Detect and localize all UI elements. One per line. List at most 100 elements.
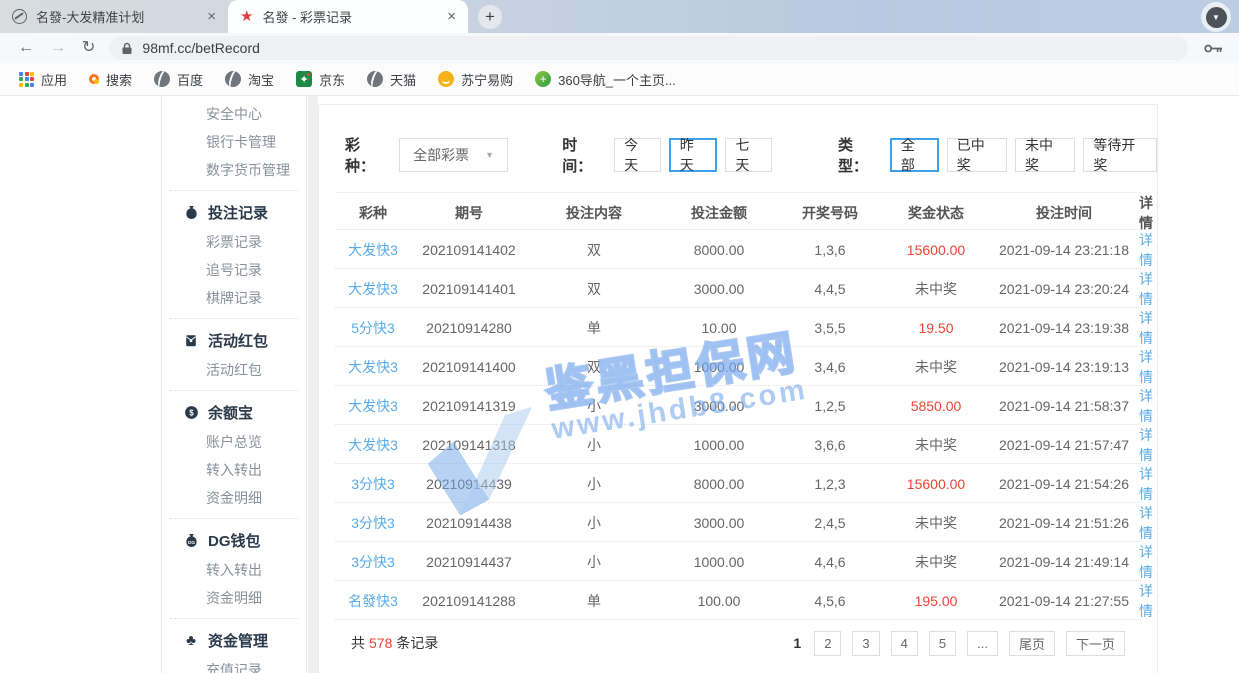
column-header: 投注时间: [989, 203, 1139, 223]
time-filter-label: 时间：: [562, 134, 606, 176]
bookmark-label: 百度: [177, 70, 203, 89]
sidebar-section-资金管理[interactable]: ♣资金管理: [162, 624, 306, 656]
close-icon[interactable]: ×: [445, 9, 458, 24]
draw-numbers-cell: 1,3,6: [777, 242, 883, 258]
detail-link[interactable]: 详情: [1139, 386, 1153, 426]
type-button-已中奖[interactable]: 已中奖: [947, 138, 1007, 172]
lottery-link[interactable]: 3分快3: [335, 474, 411, 494]
lottery-link[interactable]: 大发快3: [335, 279, 411, 299]
sidebar-item-转入转出[interactable]: 转入转出: [162, 456, 306, 484]
bet-amount-cell: 1000.00: [661, 554, 777, 570]
table-row: 大发快3202109141319小3000.001,2,55850.002021…: [335, 386, 1141, 425]
sidebar-item-账户总览[interactable]: 账户总览: [162, 428, 306, 456]
sidebar-item-资金明细[interactable]: 资金明细: [162, 484, 306, 512]
lottery-link[interactable]: 大发快3: [335, 357, 411, 377]
search-ring-icon: [89, 74, 99, 84]
type-button-未中奖[interactable]: 未中奖: [1015, 138, 1075, 172]
bookmark-item[interactable]: 百度: [143, 70, 214, 89]
bet-content-cell: 双: [527, 240, 661, 260]
lottery-link[interactable]: 名發快3: [335, 591, 411, 611]
address-bar[interactable]: 98mf.cc/betRecord: [109, 36, 1188, 60]
content-panel: 彩种： 全部彩票 ▼ 时间： 今天昨天七天 类型： 全部已中奖未中奖等待开奖 彩…: [318, 104, 1158, 673]
detail-link[interactable]: 详情: [1139, 425, 1153, 465]
bet-content-cell: 小: [527, 396, 661, 416]
time-filter-group: 今天昨天七天: [606, 138, 772, 172]
lottery-link[interactable]: 3分快3: [335, 513, 411, 533]
lottery-link[interactable]: 大发快3: [335, 240, 411, 260]
reload-button[interactable]: ↻: [74, 40, 103, 56]
sidebar-section-投注记录[interactable]: 投注记录: [162, 196, 306, 228]
page-button-2[interactable]: 2: [814, 631, 841, 656]
lottery-link[interactable]: 大发快3: [335, 435, 411, 455]
bet-content-cell: 小: [527, 474, 661, 494]
sidebar-item-银行卡管理[interactable]: 银行卡管理: [162, 128, 306, 156]
url-text: 98mf.cc/betRecord: [142, 40, 260, 56]
last-page-button[interactable]: 尾页: [1009, 631, 1055, 656]
forward-button[interactable]: →: [42, 40, 74, 56]
detail-link[interactable]: 详情: [1139, 230, 1153, 270]
sidebar-item-转入转出[interactable]: 转入转出: [162, 556, 306, 584]
type-button-等待开奖[interactable]: 等待开奖: [1083, 138, 1157, 172]
sidebar-item-活动红包[interactable]: 活动红包: [162, 356, 306, 384]
page-button-5[interactable]: 5: [929, 631, 956, 656]
page-ellipsis-button[interactable]: ...: [967, 631, 998, 656]
draw-numbers-cell: 3,4,6: [777, 359, 883, 375]
lottery-link[interactable]: 3分快3: [335, 552, 411, 572]
bookmark-item[interactable]: 天猫: [356, 70, 427, 89]
next-page-button[interactable]: 下一页: [1066, 631, 1125, 656]
time-button-今天[interactable]: 今天: [614, 138, 661, 172]
type-button-全部[interactable]: 全部: [890, 138, 939, 172]
key-icon[interactable]: [1198, 43, 1229, 54]
page-button-3[interactable]: 3: [852, 631, 879, 656]
sidebar-item-安全中心[interactable]: 安全中心: [162, 100, 306, 128]
tab-bet-record[interactable]: ★ 名發 - 彩票记录 ×: [228, 0, 468, 33]
sidebar-item-追号记录[interactable]: 追号记录: [162, 256, 306, 284]
time-button-七天[interactable]: 七天: [725, 138, 772, 172]
lottery-select[interactable]: 全部彩票 ▼: [399, 138, 508, 172]
sidebar-item-棋牌记录[interactable]: 棋牌记录: [162, 284, 306, 312]
bookmark-item[interactable]: 苏宁易购: [427, 70, 524, 89]
bet-amount-cell: 100.00: [661, 593, 777, 609]
issue-cell: 20210914439: [411, 476, 527, 492]
back-button[interactable]: ←: [10, 40, 42, 56]
bet-time-cell: 2021-09-14 23:19:38: [989, 320, 1139, 336]
sidebar-divider: [162, 512, 306, 524]
detail-link[interactable]: 详情: [1139, 581, 1153, 621]
bet-content-cell: 单: [527, 591, 661, 611]
detail-link[interactable]: 详情: [1139, 542, 1153, 582]
bookmark-item[interactable]: 淘宝: [214, 70, 285, 89]
nav360-icon: +: [535, 71, 551, 87]
bookmark-item[interactable]: ✦京东: [285, 70, 356, 89]
column-header: 投注内容: [527, 203, 661, 223]
sidebar-section-DG钱包[interactable]: DGDG钱包: [162, 524, 306, 556]
page-button-4[interactable]: 4: [891, 631, 918, 656]
lock-icon: [121, 42, 133, 55]
lottery-link[interactable]: 大发快3: [335, 396, 411, 416]
sidebar-item-数字货币管理[interactable]: 数字货币管理: [162, 156, 306, 184]
sidebar-section-活动红包[interactable]: 活动红包: [162, 324, 306, 356]
detail-link[interactable]: 详情: [1139, 464, 1153, 504]
sidebar-item-彩票记录[interactable]: 彩票记录: [162, 228, 306, 256]
detail-link[interactable]: 详情: [1139, 503, 1153, 543]
bookmark-item[interactable]: 搜索: [78, 70, 143, 89]
time-button-昨天[interactable]: 昨天: [669, 138, 718, 172]
sidebar-item-资金明细[interactable]: 资金明细: [162, 584, 306, 612]
lottery-link[interactable]: 5分快3: [335, 318, 411, 338]
svg-text:$: $: [189, 408, 194, 417]
new-tab-button[interactable]: +: [478, 5, 502, 29]
sidebar-divider: [162, 612, 306, 624]
detail-link[interactable]: 详情: [1139, 347, 1153, 387]
draw-numbers-cell: 3,5,5: [777, 320, 883, 336]
detail-link[interactable]: 详情: [1139, 308, 1153, 348]
issue-cell: 202109141318: [411, 437, 527, 453]
sidebar-section-余额宝[interactable]: $余额宝: [162, 396, 306, 428]
prize-status-cell: 195.00: [883, 593, 989, 609]
prize-status-cell: 15600.00: [883, 242, 989, 258]
bookmark-item[interactable]: 应用: [8, 70, 78, 89]
detail-link[interactable]: 详情: [1139, 269, 1153, 309]
tab-plan[interactable]: 名發-大发精准计划 ×: [0, 0, 228, 33]
tab-search-button[interactable]: ▼: [1201, 2, 1231, 32]
bookmark-item[interactable]: +360导航_一个主页...: [524, 70, 687, 89]
sidebar-item-充值记录[interactable]: 充值记录: [162, 656, 306, 673]
close-icon[interactable]: ×: [205, 9, 218, 24]
